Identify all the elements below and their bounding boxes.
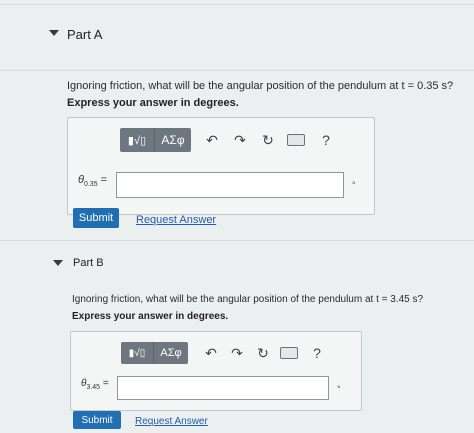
help-icon: ? bbox=[313, 345, 321, 361]
redo-icon: ↷ bbox=[231, 344, 243, 361]
submit-button[interactable]: Submit bbox=[73, 411, 121, 429]
reset-icon: ↻ bbox=[257, 344, 269, 361]
undo-button[interactable]: ↶ bbox=[200, 342, 222, 364]
math-toolbar: ▮√▯ ΑΣφ ↶ ↷ ↻ ? bbox=[120, 128, 337, 152]
greek-label: ΑΣφ bbox=[161, 133, 185, 147]
part-a-divider bbox=[0, 70, 474, 71]
question-text: Ignoring friction, what will be the angu… bbox=[67, 80, 454, 92]
unit-label: ° bbox=[352, 180, 356, 190]
instruction-text: Express your answer in degrees. bbox=[72, 311, 229, 322]
unit-label: ° bbox=[337, 384, 341, 394]
part-a-header[interactable]: Part A bbox=[0, 18, 474, 54]
answer-box: ▮√▯ ΑΣφ ↶ ↷ ↻ ? θ3.45 = ° bbox=[70, 331, 362, 411]
instruction-text: Express your answer in degrees. bbox=[67, 97, 239, 109]
answer-box: ▮√▯ ΑΣφ ↶ ↷ ↻ ? θ0.35 = ° bbox=[67, 117, 375, 215]
help-button[interactable]: ? bbox=[315, 129, 337, 151]
answer-input[interactable] bbox=[116, 172, 344, 198]
greek-symbols-button[interactable]: ΑΣφ bbox=[154, 342, 188, 364]
collapse-chevron-icon[interactable] bbox=[49, 30, 59, 36]
keyboard-button[interactable] bbox=[278, 342, 300, 364]
part-b-top-divider bbox=[0, 240, 474, 241]
variable-label: θ0.35 = bbox=[78, 174, 108, 189]
greek-symbols-button[interactable]: ΑΣφ bbox=[155, 128, 191, 152]
help-icon: ? bbox=[322, 132, 330, 148]
collapse-chevron-icon[interactable] bbox=[53, 260, 63, 266]
redo-button[interactable]: ↷ bbox=[226, 342, 248, 364]
redo-button[interactable]: ↷ bbox=[229, 129, 251, 151]
redo-icon: ↷ bbox=[234, 131, 246, 148]
undo-button[interactable]: ↶ bbox=[201, 129, 223, 151]
keyboard-icon bbox=[287, 134, 305, 146]
reset-icon: ↻ bbox=[262, 131, 274, 148]
undo-icon: ↶ bbox=[206, 131, 218, 148]
reset-button[interactable]: ↻ bbox=[257, 129, 279, 151]
templates-icon: ▮√▯ bbox=[128, 347, 146, 359]
toolbar-button-group: ▮√▯ ΑΣφ bbox=[121, 342, 188, 364]
keyboard-icon bbox=[280, 347, 298, 359]
greek-label: ΑΣφ bbox=[160, 347, 182, 359]
undo-icon: ↶ bbox=[205, 344, 217, 361]
answer-input[interactable] bbox=[117, 376, 329, 400]
part-b-header[interactable]: Part B bbox=[0, 250, 474, 278]
toolbar-button-group: ▮√▯ ΑΣφ bbox=[120, 128, 191, 152]
templates-button[interactable]: ▮√▯ bbox=[120, 128, 155, 152]
question-text: Ignoring friction, what will be the angu… bbox=[72, 294, 424, 305]
templates-button[interactable]: ▮√▯ bbox=[121, 342, 154, 364]
part-title: Part B bbox=[73, 257, 104, 269]
keyboard-button[interactable] bbox=[285, 129, 307, 151]
variable-label: θ3.45 = bbox=[81, 378, 109, 391]
submit-button[interactable]: Submit bbox=[73, 208, 119, 228]
top-divider bbox=[0, 4, 474, 5]
math-toolbar: ▮√▯ ΑΣφ ↶ ↷ ↻ ? bbox=[121, 342, 328, 364]
templates-icon: ▮√▯ bbox=[127, 134, 147, 147]
help-button[interactable]: ? bbox=[306, 342, 328, 364]
reset-button[interactable]: ↻ bbox=[252, 342, 274, 364]
request-answer-link[interactable]: Request Answer bbox=[136, 214, 216, 226]
request-answer-link[interactable]: Request Answer bbox=[135, 416, 208, 427]
part-title: Part A bbox=[67, 27, 103, 42]
